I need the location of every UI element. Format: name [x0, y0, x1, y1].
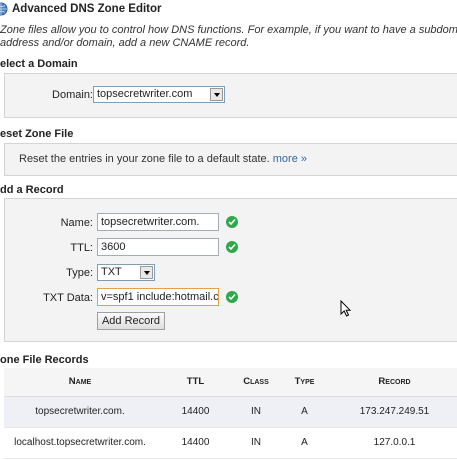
add-record-panel: Name: topsecretwriter.com. TTL: 3600 Typ…: [4, 198, 457, 342]
domain-select[interactable]: topsecretwriter.com: [93, 86, 225, 103]
add-record-button[interactable]: Add Record: [97, 312, 165, 330]
record-name: topsecretwriter.com.: [4, 396, 156, 428]
record-value: 127.0.0.1: [332, 427, 457, 459]
domain-select-value: topsecretwriter.com: [97, 88, 193, 100]
page-title: Advanced DNS Zone Editor: [12, 3, 162, 15]
record-name: localhost.topsecretwriter.com.: [4, 427, 156, 459]
name-input[interactable]: topsecretwriter.com.: [97, 213, 219, 231]
type-select[interactable]: TXT: [97, 264, 155, 281]
reset-zone-panel: Reset the entries in your zone file to a…: [4, 143, 457, 176]
record-ttl: 14400: [156, 396, 235, 428]
record-class: IN: [235, 427, 277, 459]
select-domain-heading: elect a Domain: [0, 58, 78, 70]
column-header-class[interactable]: Class: [235, 368, 277, 397]
txt-data-input[interactable]: v=spf1 include:hotmail.com: [97, 288, 219, 306]
description-line-1: Zone files allow you to control how DNS …: [0, 24, 457, 36]
type-select-value: TXT: [101, 266, 122, 278]
column-header-type[interactable]: Type: [277, 368, 332, 397]
mouse-cursor-icon: [340, 299, 352, 321]
ttl-valid-check-icon: [226, 241, 238, 253]
txt-data-valid-check-icon: [226, 291, 238, 303]
select-domain-panel: Domain: topsecretwriter.com: [4, 73, 457, 118]
record-ttl: 14400: [156, 427, 235, 459]
ttl-label: TTL:: [70, 242, 93, 254]
reset-zone-description: Reset the entries in your zone file to a…: [19, 153, 270, 165]
add-record-heading: dd a Record: [0, 184, 64, 196]
record-class: IN: [235, 396, 277, 428]
description-line-2: address and/or domain, add a new CNAME r…: [0, 37, 250, 49]
table-row: localhost.topsecretwriter.com. 14400 IN …: [4, 427, 457, 459]
name-valid-check-icon: [226, 216, 238, 228]
dns-zone-icon: [0, 2, 8, 16]
reset-zone-heading: eset Zone File: [0, 128, 74, 140]
record-type: A: [277, 396, 332, 428]
column-header-name[interactable]: Name: [4, 368, 156, 397]
table-header-row: Name TTL Class Type Record: [4, 368, 457, 397]
type-label: Type:: [66, 267, 93, 279]
ttl-input[interactable]: 3600: [97, 238, 219, 256]
reset-zone-more-link[interactable]: more »: [273, 153, 307, 165]
domain-label: Domain:: [52, 89, 93, 101]
table-row: topsecretwriter.com. 14400 IN A 173.247.…: [4, 396, 457, 428]
page-description: Zone files allow you to control how DNS …: [0, 24, 457, 50]
chevron-down-icon[interactable]: [210, 88, 223, 101]
column-header-record[interactable]: Record: [332, 368, 457, 397]
txt-data-label: TXT Data:: [43, 292, 93, 304]
zone-records-table: Name TTL Class Type Record topsecretwrit…: [4, 368, 457, 459]
zone-records-heading: one File Records: [0, 354, 89, 366]
record-value: 173.247.249.51: [332, 396, 457, 428]
page-header: Advanced DNS Zone Editor: [0, 0, 457, 20]
chevron-down-icon[interactable]: [140, 266, 153, 279]
name-label: Name:: [60, 217, 93, 229]
record-type: A: [277, 427, 332, 459]
reset-zone-text: Reset the entries in your zone file to a…: [19, 153, 307, 165]
column-header-ttl[interactable]: TTL: [156, 368, 235, 397]
